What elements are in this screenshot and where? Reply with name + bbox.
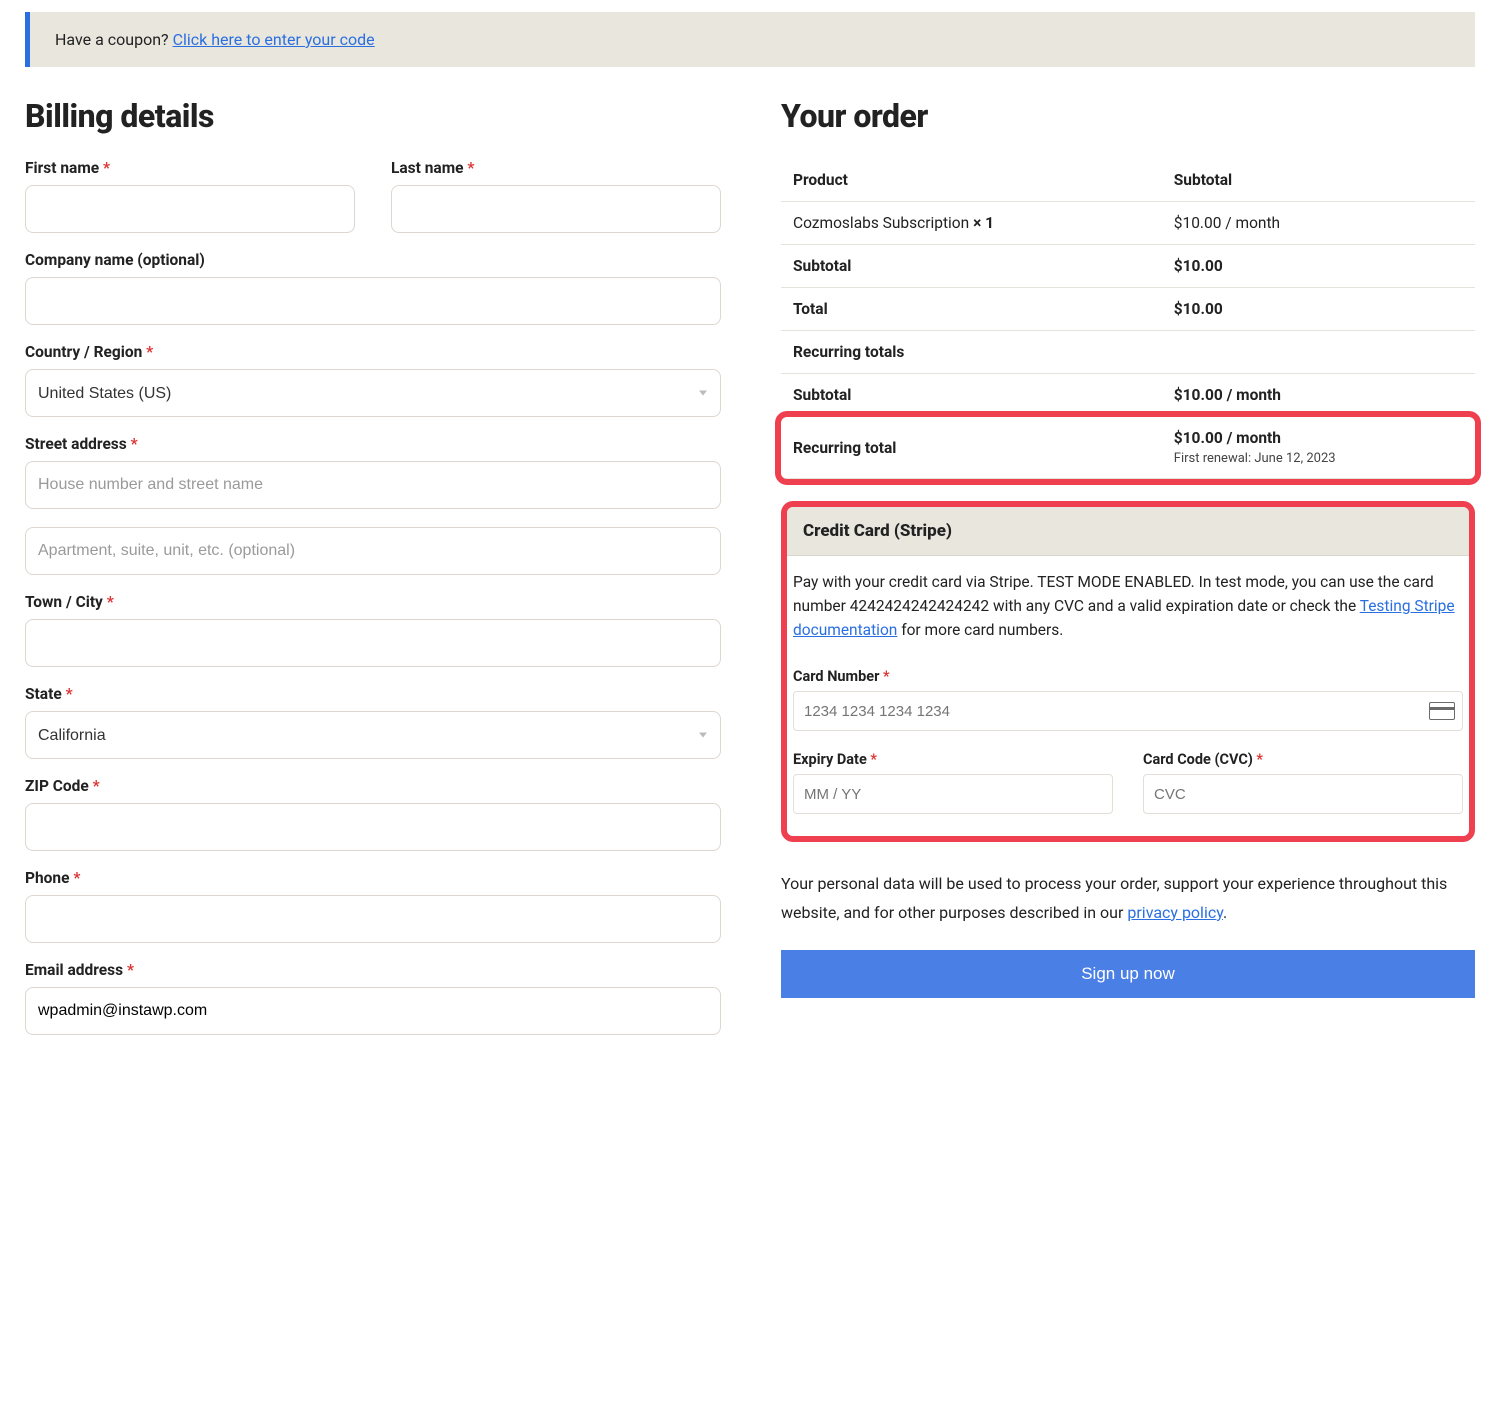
card-number-input[interactable] — [793, 691, 1463, 731]
street-input[interactable] — [25, 461, 721, 509]
product-price: $10.00 / month — [1162, 202, 1475, 245]
recurring-sub-label: Subtotal — [781, 374, 1162, 417]
payment-card-block: Credit Card (Stripe) Pay with your credi… — [781, 501, 1475, 842]
recurring-total-label: Recurring total — [781, 417, 1162, 479]
country-select[interactable]: United States (US) — [25, 369, 721, 417]
last-name-label: Last name * — [391, 159, 721, 177]
last-name-input[interactable] — [391, 185, 721, 233]
card-number-label: Card Number * — [793, 668, 1463, 685]
email-input[interactable] — [25, 987, 721, 1035]
cvc-label: Card Code (CVC) * — [1143, 751, 1463, 768]
th-subtotal: Subtotal — [1162, 159, 1475, 202]
first-name-input[interactable] — [25, 185, 355, 233]
state-select[interactable]: California — [25, 711, 721, 759]
th-product: Product — [781, 159, 1162, 202]
total-label: Total — [781, 288, 1162, 331]
renewal-note: First renewal: June 12, 2023 — [1174, 451, 1467, 466]
street-label: Street address * — [25, 435, 721, 453]
city-label: Town / City * — [25, 593, 721, 611]
street2-input[interactable] — [25, 527, 721, 575]
card-header: Credit Card (Stripe) — [787, 507, 1469, 556]
company-input[interactable] — [25, 277, 721, 325]
card-description: Pay with your credit card via Stripe. TE… — [791, 570, 1465, 642]
company-label: Company name (optional) — [25, 251, 721, 269]
city-input[interactable] — [25, 619, 721, 667]
subtotal-label: Subtotal — [781, 245, 1162, 288]
coupon-notice: Have a coupon? Click here to enter your … — [25, 12, 1475, 67]
country-label: Country / Region * — [25, 343, 721, 361]
subtotal-value: $10.00 — [1162, 245, 1475, 288]
expiry-label: Expiry Date * — [793, 751, 1113, 768]
first-name-label: First name * — [25, 159, 355, 177]
phone-input[interactable] — [25, 895, 721, 943]
recurring-header: Recurring totals — [781, 331, 1475, 374]
coupon-link[interactable]: Click here to enter your code — [173, 30, 375, 49]
signup-button[interactable]: Sign up now — [781, 950, 1475, 998]
order-heading: Your order — [781, 97, 1475, 135]
zip-label: ZIP Code * — [25, 777, 721, 795]
privacy-policy-link[interactable]: privacy policy — [1127, 903, 1223, 922]
zip-input[interactable] — [25, 803, 721, 851]
total-value: $10.00 — [1162, 288, 1475, 331]
privacy-text: Your personal data will be used to proce… — [781, 870, 1475, 928]
coupon-text: Have a coupon? — [55, 30, 173, 49]
state-label: State * — [25, 685, 721, 703]
recurring-total-cell: $10.00 / month First renewal: June 12, 2… — [1162, 417, 1475, 479]
recurring-sub-value: $10.00 / month — [1162, 374, 1475, 417]
email-label: Email address * — [25, 961, 721, 979]
phone-label: Phone * — [25, 869, 721, 887]
recurring-total-value: $10.00 / month — [1174, 429, 1281, 447]
order-table: Product Subtotal Cozmoslabs Subscription… — [781, 159, 1475, 479]
credit-card-icon — [1429, 702, 1455, 720]
product-cell: Cozmoslabs Subscription × 1 — [781, 202, 1162, 245]
expiry-input[interactable] — [793, 774, 1113, 814]
cvc-input[interactable] — [1143, 774, 1463, 814]
billing-heading: Billing details — [25, 97, 721, 135]
